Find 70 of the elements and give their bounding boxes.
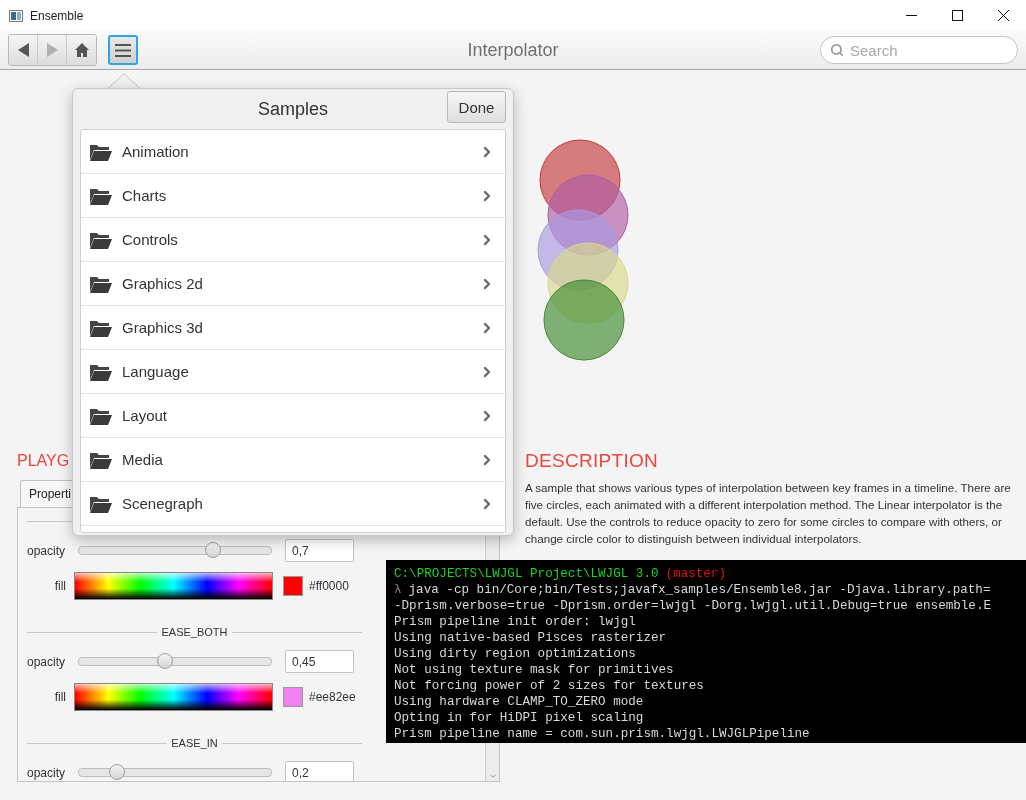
home-button[interactable]	[67, 35, 96, 65]
value-field[interactable]: 0,45	[285, 650, 354, 673]
color-value: #ff0000	[309, 579, 349, 593]
app-icon	[9, 9, 23, 22]
sample-category-item[interactable]: Scenegraph	[81, 482, 505, 526]
sample-category-item[interactable]: Controls	[81, 218, 505, 262]
value-field[interactable]: 0,2	[285, 761, 354, 781]
output-line: -Dprism.verbose=true -Dprism.order=lwjgl -Dorg.lwjgl.util.Debug=true ensemble.E	[394, 598, 992, 614]
slider-thumb[interactable]	[205, 542, 222, 558]
folder-icon	[89, 230, 113, 249]
sample-category-item[interactable]: Media	[81, 438, 505, 482]
sample-category-item[interactable]: Charts	[81, 174, 505, 218]
forward-arrow-icon	[46, 43, 58, 57]
output-line: Using native-based Pisces rasterizer	[394, 630, 667, 646]
git-branch: (master)	[665, 566, 726, 582]
folder-icon	[89, 186, 113, 205]
color-spectrum[interactable]	[74, 572, 273, 600]
folder-icon	[89, 494, 113, 513]
prompt-path: C:\PROJECTS\LWJGL Project\LWJGL 3.0	[394, 566, 659, 582]
color-swatch[interactable]	[283, 687, 303, 707]
output-line: Opting in for HiDPI pixel scaling	[394, 710, 644, 726]
field-label: opacity	[27, 765, 67, 780]
sample-category-item[interactable]: Animation	[81, 130, 505, 174]
output-line: Using dirty region optimizations	[394, 646, 636, 662]
color-swatch[interactable]	[283, 576, 303, 596]
section-heading: DESCRIPTION	[525, 450, 659, 472]
folder-icon	[89, 142, 113, 161]
output-line: Not using texture mask for primitives	[394, 662, 674, 678]
page-title: Interpolator	[467, 39, 559, 61]
output-line: Prism pipeline init order: lwjgl	[394, 614, 636, 630]
menu-icon	[115, 43, 131, 57]
color-value: #ee82ee	[309, 690, 356, 704]
scroll-down-icon[interactable]	[487, 771, 498, 781]
done-button[interactable]: Done	[447, 91, 506, 123]
field-label: opacity	[27, 543, 67, 558]
section-heading: PLAYG	[17, 451, 70, 471]
search-field[interactable]: Search	[820, 36, 1018, 64]
field-label: fill	[53, 690, 66, 704]
sample-category-item[interactable]: Language	[81, 350, 505, 394]
close-icon	[997, 10, 1009, 21]
command-text: java -cp bin/Core;bin/Tests;javafx_samples/Ensemble8.jar -Djava.library.path=	[408, 582, 991, 598]
output-line: Prism pipeline name = com.sun.prism.lwjgl.LWJGLPipeline	[394, 726, 810, 742]
folder-icon	[89, 406, 113, 425]
slider-thumb[interactable]	[109, 764, 126, 780]
folder-icon	[89, 450, 113, 469]
color-spectrum[interactable]	[74, 683, 273, 711]
group-title: EASE_IN	[171, 737, 218, 749]
prompt-symbol: λ	[394, 582, 402, 598]
field-label: fill	[53, 579, 66, 593]
slider-thumb[interactable]	[157, 653, 174, 669]
home-icon	[74, 43, 89, 57]
folder-icon	[89, 362, 113, 381]
output-line: Using hardware CLAMP_TO_ZERO mode	[394, 694, 644, 710]
back-arrow-icon	[17, 43, 29, 57]
search-icon	[830, 43, 844, 57]
back-button[interactable]	[9, 35, 38, 65]
popover-title: Samples	[258, 98, 328, 120]
field-label: opacity	[27, 654, 67, 669]
sample-category-item[interactable]: Graphics 3d	[81, 306, 505, 350]
maximize-icon	[951, 10, 963, 21]
sample-category-item[interactable]: Graphics 2d	[81, 262, 505, 306]
window-title: Ensemble	[30, 8, 84, 23]
folder-icon	[89, 318, 113, 337]
output-line: Not forcing power of 2 sizes for textures	[394, 678, 704, 694]
value-field[interactable]: 0,7	[285, 539, 354, 562]
group-title: EASE_BOTH	[161, 626, 228, 638]
description-text: A sample that shows various types of interpolation between key frames in a timeline. There are five circles, each animated with a different interpolation method. The Linear interpolator is the default. Use the controls to reduce opacity to zero for some circles to compare with others, or change circle color to distinguish between individual interpolators.	[525, 480, 1012, 547]
menu-button[interactable]	[108, 35, 138, 65]
folder-icon	[89, 274, 113, 293]
sample-category-item[interactable]: Layout	[81, 394, 505, 438]
